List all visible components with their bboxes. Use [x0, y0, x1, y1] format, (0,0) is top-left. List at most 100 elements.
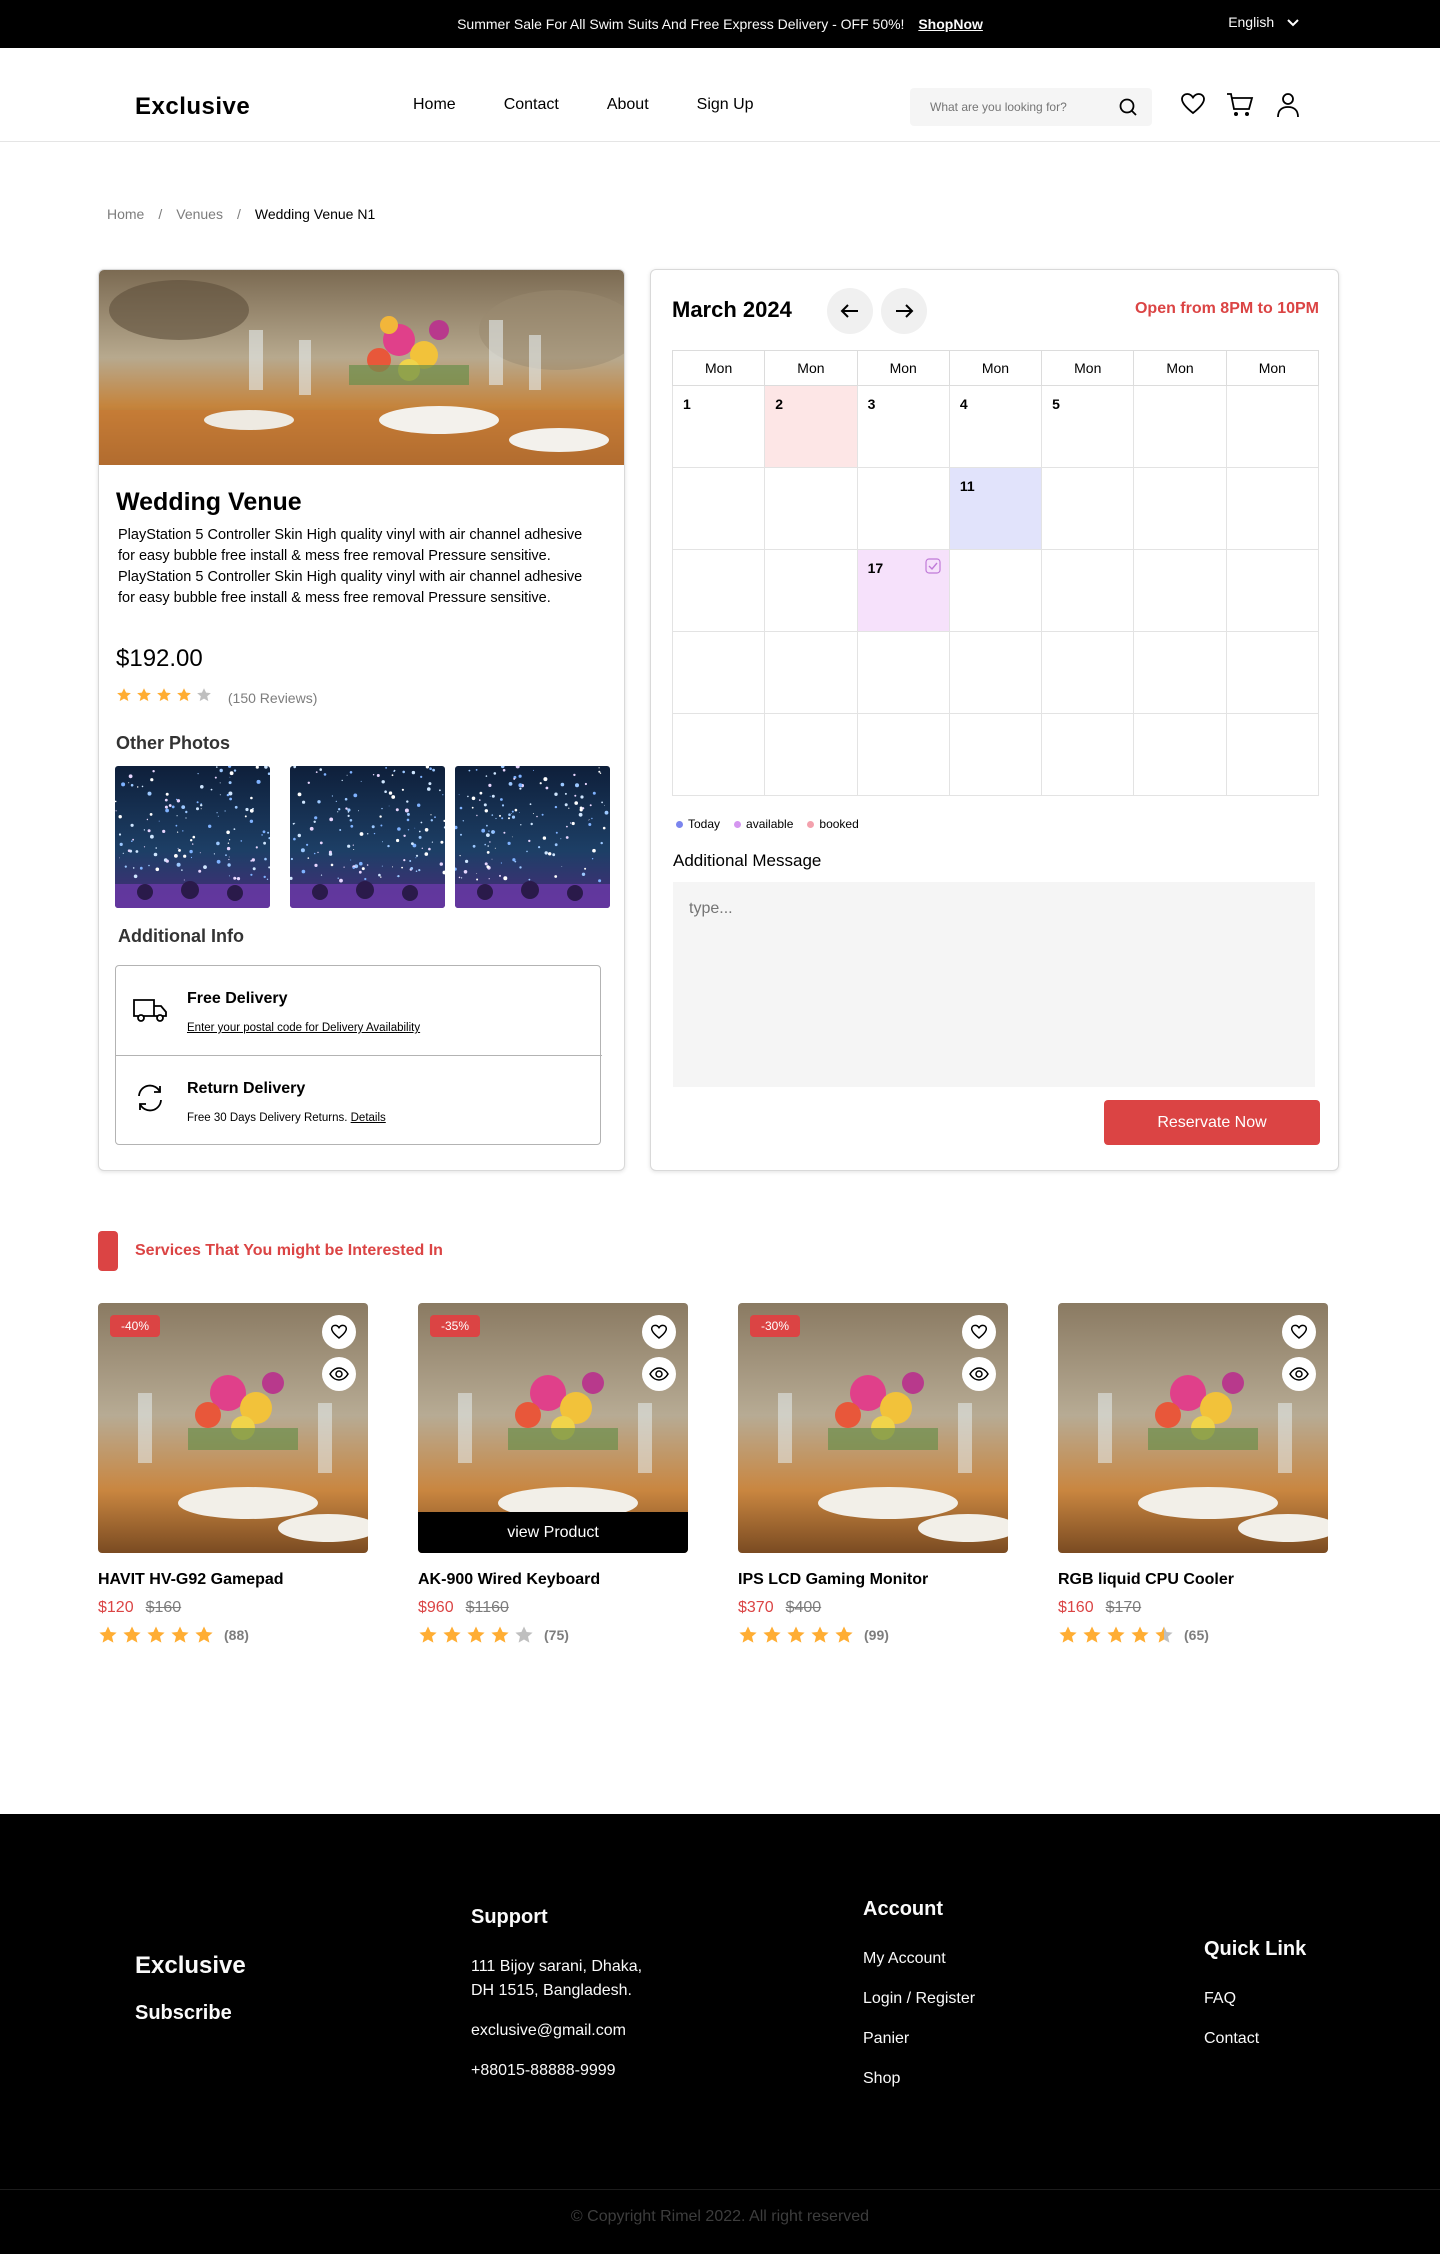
- calendar-day[interactable]: [856, 467, 950, 550]
- quick-view-button[interactable]: [962, 1357, 996, 1391]
- calendar-day[interactable]: 3: [856, 385, 950, 468]
- calendar-day[interactable]: [1041, 713, 1135, 796]
- calendar-day[interactable]: [764, 467, 858, 550]
- calendar-day[interactable]: [1133, 385, 1227, 468]
- language-selector[interactable]: English: [1228, 14, 1300, 30]
- heart-icon[interactable]: [1180, 92, 1206, 116]
- footer-logo[interactable]: Exclusive: [135, 1952, 246, 1980]
- shop-now-link[interactable]: ShopNow: [918, 16, 983, 32]
- product-image[interactable]: [1058, 1303, 1328, 1553]
- quick-view-button[interactable]: [322, 1357, 356, 1391]
- star-rating: [98, 1625, 218, 1645]
- product-card[interactable]: RGB liquid CPU Cooler $160 $170 (65): [1058, 1303, 1328, 1645]
- calendar-day[interactable]: [1225, 549, 1320, 632]
- calendar-day[interactable]: [1225, 467, 1320, 550]
- quick-view-button[interactable]: [1282, 1357, 1316, 1391]
- product-name[interactable]: AK-900 Wired Keyboard: [418, 1571, 688, 1589]
- free-delivery-link[interactable]: Enter your postal code for Delivery Avai…: [187, 1022, 420, 1034]
- review-count: (65): [1184, 1627, 1209, 1643]
- product-card[interactable]: -35% view Product AK-900 Wired Keyboard $96…: [418, 1303, 688, 1645]
- nav-contact[interactable]: Contact: [504, 96, 559, 114]
- calendar-day[interactable]: [1133, 713, 1227, 796]
- product-image[interactable]: -35% view Product: [418, 1303, 688, 1553]
- calendar-day[interactable]: 1: [671, 385, 766, 468]
- calendar-day[interactable]: 17: [856, 549, 950, 632]
- breadcrumb-home[interactable]: Home: [107, 206, 144, 222]
- details-link[interactable]: Details: [351, 1112, 386, 1124]
- calendar-day[interactable]: [764, 713, 858, 796]
- calendar-day[interactable]: 11: [948, 467, 1043, 550]
- nav-about[interactable]: About: [607, 96, 649, 114]
- calendar-day[interactable]: [1041, 631, 1135, 714]
- footer-subscribe[interactable]: Subscribe: [135, 2002, 232, 2025]
- calendar-day[interactable]: [948, 631, 1043, 714]
- wishlist-button[interactable]: [642, 1315, 676, 1349]
- footer-link[interactable]: Login / Register: [863, 1987, 975, 2011]
- calendar-day[interactable]: [1133, 631, 1227, 714]
- footer-link[interactable]: Shop: [863, 2067, 975, 2091]
- footer-link[interactable]: My Account: [863, 1947, 975, 1971]
- breadcrumb-venues[interactable]: Venues: [176, 206, 223, 222]
- product-image[interactable]: -40%: [98, 1303, 368, 1553]
- calendar-day[interactable]: [1133, 549, 1227, 632]
- product-name[interactable]: HAVIT HV-G92 Gamepad: [98, 1571, 368, 1589]
- reserve-button[interactable]: Reservate Now: [1104, 1100, 1320, 1145]
- calendar-day[interactable]: [1041, 467, 1135, 550]
- calendar-day[interactable]: [856, 631, 950, 714]
- calendar-day[interactable]: [1225, 631, 1320, 714]
- calendar-day[interactable]: [1225, 385, 1320, 468]
- nav-sign-up[interactable]: Sign Up: [697, 96, 754, 114]
- confetti-photo: [115, 766, 270, 908]
- calendar-day[interactable]: [671, 631, 766, 714]
- calendar-day[interactable]: [671, 467, 766, 550]
- current-price: $120: [98, 1599, 134, 1616]
- calendar-day[interactable]: [1133, 467, 1227, 550]
- wishlist-button[interactable]: [1282, 1315, 1316, 1349]
- prev-month-button[interactable]: [827, 288, 873, 334]
- wishlist-button[interactable]: [322, 1315, 356, 1349]
- calendar-day[interactable]: [1225, 713, 1320, 796]
- calendar-day[interactable]: [856, 713, 950, 796]
- calendar-day[interactable]: [948, 549, 1043, 632]
- calendar-day[interactable]: [671, 713, 766, 796]
- product-image[interactable]: -30%: [738, 1303, 1008, 1553]
- cart-icon[interactable]: [1226, 92, 1254, 118]
- calendar-day[interactable]: 4: [948, 385, 1043, 468]
- calendar-day[interactable]: 2: [764, 385, 858, 468]
- calendar-day[interactable]: [764, 631, 858, 714]
- footer-link[interactable]: FAQ: [1204, 1987, 1306, 2011]
- day-number: 1: [683, 396, 691, 412]
- chevron-down-icon: [1287, 19, 1299, 27]
- quick-view-button[interactable]: [642, 1357, 676, 1391]
- other-photo[interactable]: [290, 766, 445, 908]
- search-input[interactable]: [910, 88, 1100, 126]
- calendar-day[interactable]: [671, 549, 766, 632]
- view-product-button[interactable]: view Product: [418, 1512, 688, 1553]
- review-count: (150 Reviews): [227, 690, 318, 706]
- user-icon[interactable]: [1276, 92, 1300, 118]
- next-month-button[interactable]: [881, 288, 927, 334]
- additional-message-label: Additional Message: [673, 851, 822, 870]
- calendar-day[interactable]: [1041, 549, 1135, 632]
- site-logo[interactable]: Exclusive: [135, 93, 250, 121]
- other-photo[interactable]: [455, 766, 610, 908]
- nav-home[interactable]: Home: [413, 96, 456, 114]
- weekday-header: Mon: [764, 350, 858, 386]
- star-icon: [515, 1626, 533, 1643]
- support-phone[interactable]: +88015-88888-9999: [471, 2059, 642, 2083]
- additional-message-input[interactable]: [673, 882, 1315, 1087]
- support-email[interactable]: exclusive@gmail.com: [471, 2019, 642, 2043]
- product-card[interactable]: -30% IPS LCD Gaming Monitor $370 $400 (99): [738, 1303, 1008, 1645]
- search-icon[interactable]: [1118, 97, 1138, 117]
- calendar-day[interactable]: [948, 713, 1043, 796]
- product-name[interactable]: RGB liquid CPU Cooler: [1058, 1571, 1328, 1589]
- wishlist-button[interactable]: [962, 1315, 996, 1349]
- calendar-day[interactable]: [764, 549, 858, 632]
- legend-available: available: [734, 817, 793, 831]
- footer-link[interactable]: Contact: [1204, 2027, 1306, 2051]
- product-card[interactable]: -40% HAVIT HV-G92 Gamepad $120 $160 (88): [98, 1303, 368, 1645]
- product-name[interactable]: IPS LCD Gaming Monitor: [738, 1571, 1008, 1589]
- other-photo[interactable]: [115, 766, 270, 908]
- calendar-day[interactable]: 5: [1041, 385, 1135, 468]
- footer-link[interactable]: Panier: [863, 2027, 975, 2051]
